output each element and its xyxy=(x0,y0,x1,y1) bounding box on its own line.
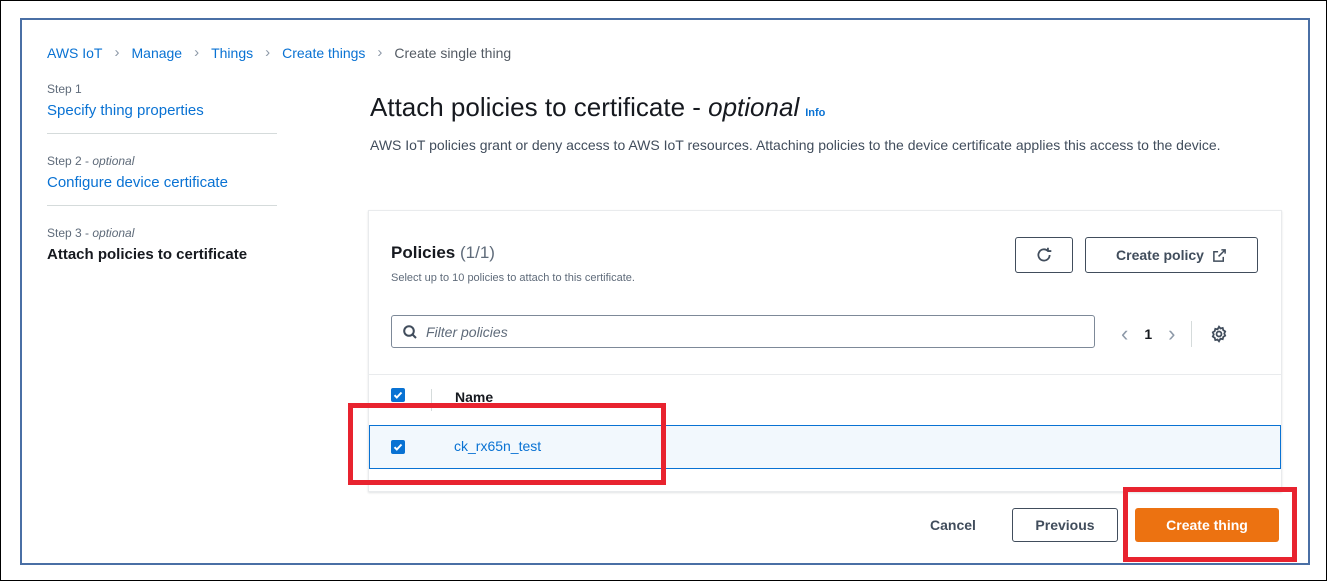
step-link-configure-certificate[interactable]: Configure device certificate xyxy=(47,174,277,191)
wizard-steps: Step 1 Specify thing properties Step 2 -… xyxy=(47,82,277,297)
page-title: Attach policies to certificate - optiona… xyxy=(370,92,826,122)
policies-count: (1/1) xyxy=(460,243,495,262)
pager-divider xyxy=(1191,321,1193,347)
highlight-create-thing xyxy=(1123,487,1297,562)
policies-title: Policies (1/1) xyxy=(391,243,495,262)
breadcrumb: AWS IoT › Manage › Things › Create thing… xyxy=(47,44,511,61)
page-number[interactable]: 1 xyxy=(1144,326,1152,342)
breadcrumb-create-things[interactable]: Create things xyxy=(282,45,365,61)
step-label: Step 2 - optional xyxy=(47,154,135,168)
chevron-right-icon: › xyxy=(194,44,200,61)
cancel-button[interactable]: Cancel xyxy=(918,508,988,542)
select-all-checkbox[interactable] xyxy=(391,388,405,402)
chevron-right-icon: › xyxy=(377,44,383,61)
external-link-icon xyxy=(1213,248,1226,262)
page-description: AWS IoT policies grant or deny access to… xyxy=(370,137,1221,153)
breadcrumb-manage[interactable]: Manage xyxy=(132,45,183,61)
wizard-step-2: Step 2 - optional Configure device certi… xyxy=(47,154,277,206)
wizard-step-3: Step 3 - optional Attach policies to cer… xyxy=(47,226,277,277)
chevron-right-icon[interactable]: › xyxy=(1168,321,1175,347)
pagination: ‹ 1 › xyxy=(1121,321,1228,347)
policies-subtitle: Select up to 10 policies to attach to th… xyxy=(391,272,635,284)
search-icon xyxy=(403,324,417,339)
gear-icon[interactable] xyxy=(1210,325,1228,343)
step-current-attach-policies: Attach policies to certificate xyxy=(47,246,248,263)
refresh-icon xyxy=(1037,247,1052,262)
step-link-specify-properties[interactable]: Specify thing properties xyxy=(47,102,277,119)
filter-policies-field[interactable] xyxy=(391,315,1095,348)
checkmark-icon xyxy=(393,391,403,399)
refresh-button[interactable] xyxy=(1015,237,1073,273)
breadcrumb-current: Create single thing xyxy=(394,44,512,61)
wizard-step-1: Step 1 Specify thing properties xyxy=(47,82,277,134)
create-policy-button[interactable]: Create policy xyxy=(1085,237,1258,273)
filter-policies-input[interactable] xyxy=(424,322,1068,341)
chevron-left-icon[interactable]: ‹ xyxy=(1121,321,1128,347)
breadcrumb-things[interactable]: Things xyxy=(211,45,253,61)
previous-button[interactable]: Previous xyxy=(1012,508,1118,542)
breadcrumb-aws-iot[interactable]: AWS IoT xyxy=(47,45,103,61)
chevron-right-icon: › xyxy=(114,44,120,61)
step-label: Step 3 - optional xyxy=(47,226,135,240)
highlight-policy-row xyxy=(348,403,666,485)
step-label: Step 1 xyxy=(47,82,82,96)
info-link[interactable]: Info xyxy=(805,107,825,119)
create-policy-label: Create policy xyxy=(1116,247,1204,263)
chevron-right-icon: › xyxy=(265,44,271,61)
